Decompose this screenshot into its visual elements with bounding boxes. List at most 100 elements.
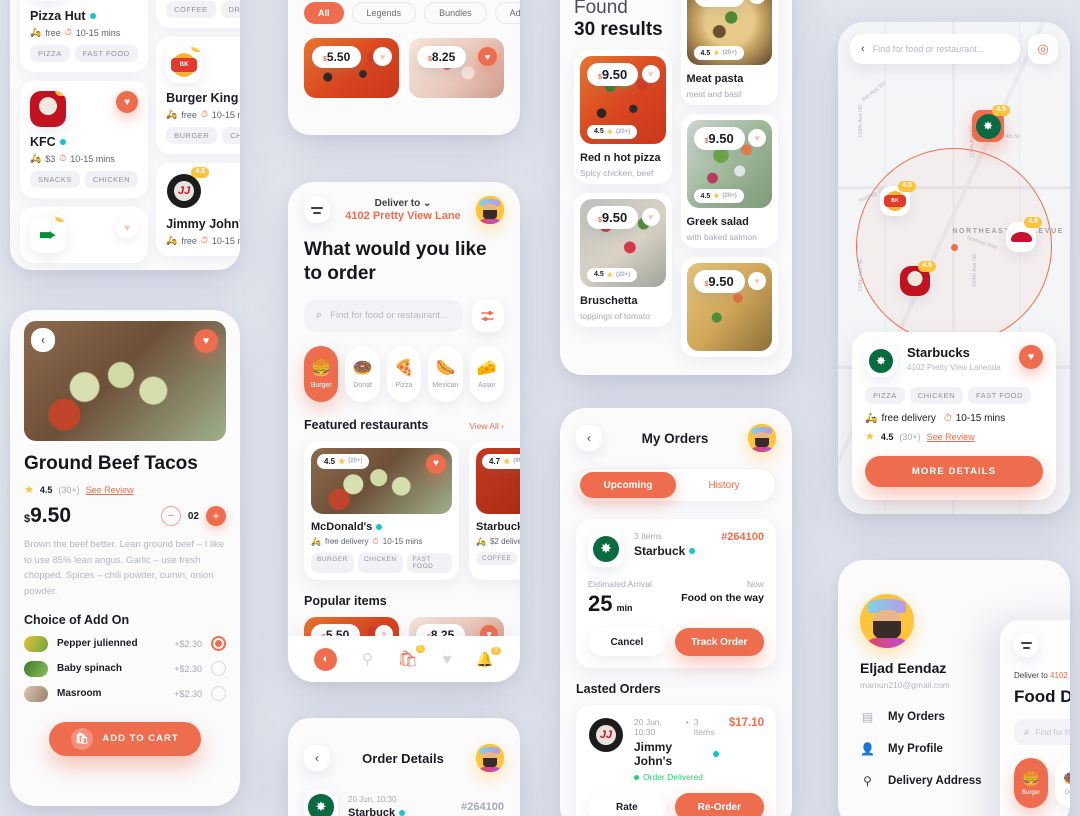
favorite-icon[interactable]: ♥ xyxy=(748,129,766,147)
filter-chip-all[interactable]: All xyxy=(304,2,344,24)
delivery-fee: $2 delivery xyxy=(489,536,520,546)
rating-value: 4.7 xyxy=(489,456,501,466)
restaurant-name: McDonald's xyxy=(311,520,373,533)
favorite-icon[interactable]: ♥ xyxy=(426,453,446,474)
user-avatar[interactable] xyxy=(475,196,504,224)
rating-badge: 4.5 xyxy=(55,217,66,222)
quantity-decrease-button[interactable]: − xyxy=(160,506,181,526)
addon-row[interactable]: Pepper julienned +$2.30 xyxy=(24,635,226,652)
category-burger[interactable]: 🍔 Burger xyxy=(304,345,339,402)
nav-heart-icon[interactable]: ♥ xyxy=(443,651,452,668)
result-card[interactable]: $9.50 ♥ 4.5 ★ (20+) Bruschetta toppings o… xyxy=(574,192,672,327)
tab-history[interactable]: History xyxy=(676,472,772,498)
quantity-increase-button[interactable]: + xyxy=(206,506,226,526)
overlay-category-donat[interactable]: 🍩 Dona xyxy=(1055,758,1070,808)
list-item[interactable]: ➨ 4.5 ♥ xyxy=(20,207,149,263)
restaurant-name: Pizza Hut xyxy=(30,9,86,23)
user-avatar[interactable] xyxy=(476,744,504,772)
list-item[interactable]: 4.5 ♥ Pizza Hut 🛵 free ⏱ 10-15 mins xyxy=(20,0,149,72)
category-asian[interactable]: 🧀 Asian xyxy=(469,345,505,402)
filter-chip-additional[interactable]: Additional xyxy=(494,2,520,24)
pizza-hut-pin[interactable]: 4.6 xyxy=(1006,217,1042,252)
favorite-icon[interactable]: ♥ xyxy=(641,64,660,83)
result-card[interactable]: $9.50 ♥ 4.5 ★ (20+) Greek salad with bake… xyxy=(680,114,778,248)
food-card[interactable]: $5.50 ♥ xyxy=(304,38,399,98)
featured-title: Featured restaurants xyxy=(304,417,429,432)
rating-badge: 4.6 xyxy=(1024,217,1042,228)
view-all-link[interactable]: View All › xyxy=(469,421,504,431)
addon-radio[interactable] xyxy=(211,661,226,677)
filter-chip-bundles[interactable]: Bundles xyxy=(424,2,487,24)
list-item[interactable]: 4.5 ♥ KFC 🛵 $3 ⏱ 10-15 mins xyxy=(20,81,149,198)
back-button[interactable]: chevron-left-icon‹ xyxy=(31,328,55,352)
user-avatar[interactable] xyxy=(748,424,776,452)
see-review-link[interactable]: See Review xyxy=(86,485,134,495)
addon-radio[interactable] xyxy=(211,686,226,702)
more-details-button[interactable]: MORE DETAILS xyxy=(865,456,1043,487)
add-to-cart-label: ADD TO CART xyxy=(102,733,179,745)
burger-king-pin[interactable]: BK 4.5 xyxy=(880,181,916,216)
list-item[interactable]: JJ 4.5 ♥ Jimmy John's 🛵 free ⏱ 10-15 min… xyxy=(156,163,240,256)
hamburger-menu-icon[interactable] xyxy=(304,197,330,223)
favorite-button[interactable]: ♥ xyxy=(1019,345,1043,369)
restaurant-name: Starbuck xyxy=(476,520,520,533)
last-order-card[interactable]: JJ 20 Jun, 10:30 • 3 Items Jimmy John's … xyxy=(576,705,776,816)
addon-row[interactable]: Masroom +$2.30 xyxy=(24,685,226,702)
rating-value: 4.5 xyxy=(700,49,711,57)
user-avatar[interactable] xyxy=(860,594,914,648)
category-pizza[interactable]: 🍕 Pizza xyxy=(386,345,422,402)
back-button[interactable]: ‹ xyxy=(304,745,330,771)
track-order-button[interactable]: Track Order xyxy=(674,628,764,656)
tag: FAST FOOD xyxy=(406,552,452,573)
chevron-down-icon[interactable]: ⌄ xyxy=(423,198,431,209)
favorite-icon[interactable]: ♥ xyxy=(478,47,497,66)
search-input[interactable]: ⌕ Find for food or restaurant... xyxy=(304,299,463,332)
hamburger-menu-icon[interactable] xyxy=(1014,633,1038,657)
list-item[interactable]: ✸ Starbuck 🛵 $5 ⏱ 10-15 mins COFFEE xyxy=(156,0,240,28)
category-donat[interactable]: 🍩 Donat xyxy=(345,345,380,402)
overlay-category-burger[interactable]: 🍔 Burger xyxy=(1014,758,1048,808)
tag: CHICKEN xyxy=(357,552,403,573)
see-review-link[interactable]: See Review xyxy=(927,432,975,442)
nav-compass-icon[interactable]: ◐ xyxy=(314,647,338,671)
cancel-button[interactable]: Cancel xyxy=(588,628,666,656)
overlay-search-input[interactable]: ⌕ Find for fo xyxy=(1014,719,1070,745)
featured-card[interactable]: 4.5 ★ (20+) ♥ McDonald's 🛵 free delivery … xyxy=(304,440,459,580)
list-item[interactable]: BK 4.5 ♥ Burger King 🛵 free ⏱ 10-15 mins xyxy=(156,37,240,154)
sliders-icon[interactable] xyxy=(472,299,504,332)
back-button[interactable]: ‹ xyxy=(576,425,602,451)
favorite-icon[interactable]: ♥ xyxy=(373,47,392,66)
reorder-button[interactable]: Re-Order xyxy=(674,793,764,816)
filter-chip-legends[interactable]: Legends xyxy=(351,2,417,24)
tag: CHICKEN xyxy=(84,171,139,188)
favorite-icon[interactable]: ♥ xyxy=(748,272,766,290)
addon-row[interactable]: Baby spinach +$2.30 xyxy=(24,660,226,677)
food-card[interactable]: $8.25 ♥ xyxy=(409,38,504,98)
nav-bag-icon[interactable]: 🛍 0 xyxy=(398,645,425,669)
starbucks-pin[interactable]: ✸ 4.5 xyxy=(972,105,1010,142)
nav-location-pin-icon[interactable]: ⚲ xyxy=(362,650,373,668)
favorite-icon[interactable]: ♥ xyxy=(641,207,660,226)
map-search-input[interactable]: ‹ Find for food or restaurant... xyxy=(850,34,1020,64)
featured-card[interactable]: 4.7★ (99+) Starbuck 🛵 $2 delivery COFFEE xyxy=(469,440,520,580)
overlay-home-screen[interactable]: Deliver to 4102 Food De ⌕ Find for fo 🍔 … xyxy=(1000,620,1070,816)
tab-upcoming[interactable]: Upcoming xyxy=(580,472,676,498)
food-desc: toppings of tomato xyxy=(580,310,650,321)
back-icon[interactable]: ‹ xyxy=(861,43,865,55)
rate-button[interactable]: Rate xyxy=(588,793,666,816)
category-mexican[interactable]: 🌭 Mexican xyxy=(428,345,463,402)
result-card[interactable]: $9.50 ♥ xyxy=(680,257,778,357)
favorite-icon[interactable]: ♥ xyxy=(116,217,139,239)
add-to-cart-button[interactable]: 🛍 ADD TO CART xyxy=(49,721,201,756)
crosshair-icon[interactable]: ◎ xyxy=(1028,34,1058,64)
result-card[interactable]: $9.50 ♥ 4.5★ (20+) Meat pasta meat and b… xyxy=(680,0,778,105)
kfc-pin[interactable]: 4.5 xyxy=(900,261,936,296)
favorite-button[interactable]: ♥ xyxy=(194,329,218,353)
upcoming-order-card[interactable]: ✸ 3 Items Starbuck #264100 Estimated Arr… xyxy=(576,519,776,668)
favorite-icon[interactable]: ♥ xyxy=(116,91,139,113)
map-restaurant-card[interactable]: ✸ Starbucks 4102 Pretty View Lanenda ♥ P… xyxy=(852,332,1056,500)
result-card[interactable]: $9.50 ♥ 4.5 ★ (20+) Red n hot pizza Spicy… xyxy=(574,49,672,184)
favorite-icon[interactable]: ♥ xyxy=(748,0,766,4)
nav-bell-icon[interactable]: 🔔 0 xyxy=(476,646,501,668)
addon-radio[interactable] xyxy=(211,636,226,652)
